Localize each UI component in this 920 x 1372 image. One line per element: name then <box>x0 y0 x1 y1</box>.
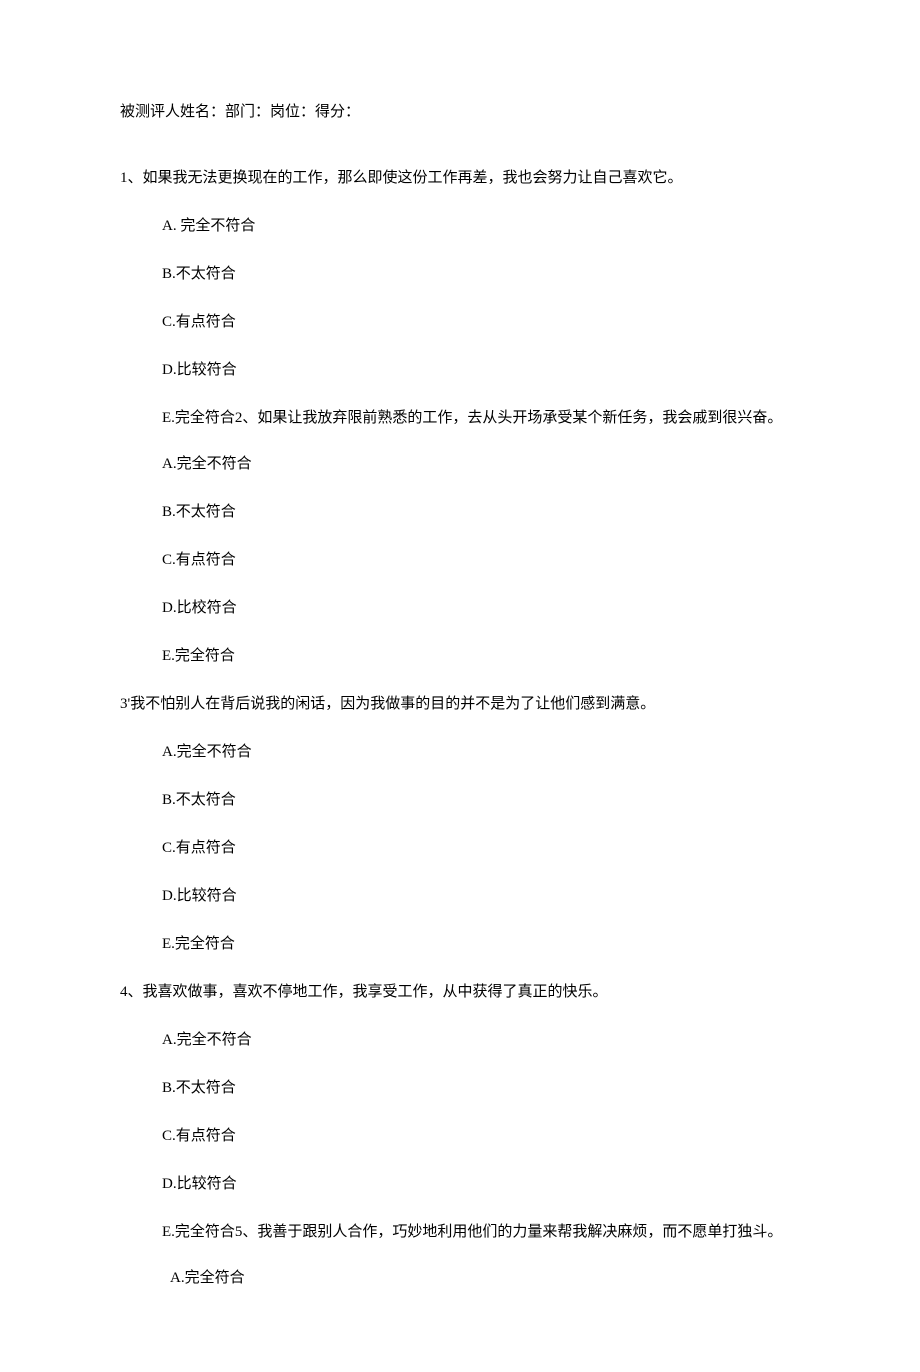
question-1-option-d: D.比较符合 <box>162 358 800 382</box>
question-4-option-b: B.不太符合 <box>162 1076 800 1100</box>
question-2-option-c: C.有点符合 <box>162 548 800 572</box>
question-2-option-b: B.不太符合 <box>162 500 800 524</box>
question-5-options: A.完全符合 <box>120 1266 800 1290</box>
question-3-option-a: A.完全不符合 <box>162 740 800 764</box>
question-3-text: 3'我不怕别人在背后说我的闲话，因为我做事的目的并不是为了让他们感到满意。 <box>120 692 800 716</box>
question-3-option-e: E.完全符合 <box>162 932 800 956</box>
question-2-options: A.完全不符合 B.不太符合 C.有点符合 D.比校符合 E.完全符合 <box>120 452 800 668</box>
question-5-option-a: A.完全符合 <box>170 1266 800 1290</box>
question-1-option-a: A. 完全不符合 <box>162 214 800 238</box>
question-1-option-b: B.不太符合 <box>162 262 800 286</box>
question-1-option-c: C.有点符合 <box>162 310 800 334</box>
question-4-option-a: A.完全不符合 <box>162 1028 800 1052</box>
question-3-option-b: B.不太符合 <box>162 788 800 812</box>
question-1-option-e-and-question-2: E.完全符合2、如果让我放弃限前熟悉的工作，去从头开场承受某个新任务，我会戚到很… <box>162 406 800 430</box>
question-4-option-d: D.比较符合 <box>162 1172 800 1196</box>
question-2-option-d: D.比校符合 <box>162 596 800 620</box>
question-3-option-d: D.比较符合 <box>162 884 800 908</box>
question-1: 1、如果我无法更换现在的工作，那么即使这份工作再差，我也会努力让自己喜欢它。 A… <box>120 166 800 430</box>
question-4-option-e-and-question-5: E.完全符合5、我善于跟别人合作，巧妙地利用他们的力量来帮我解决麻烦，而不愿单打… <box>162 1220 800 1244</box>
question-4: 4、我喜欢做事，喜欢不停地工作，我享受工作，从中获得了真正的快乐。 A.完全不符… <box>120 980 800 1244</box>
header-fields: 被测评人姓名：部门：岗位：得分： <box>120 100 800 124</box>
question-4-option-c: C.有点符合 <box>162 1124 800 1148</box>
question-2-option-a: A.完全不符合 <box>162 452 800 476</box>
question-4-text: 4、我喜欢做事，喜欢不停地工作，我享受工作，从中获得了真正的快乐。 <box>120 980 800 1004</box>
question-1-text: 1、如果我无法更换现在的工作，那么即使这份工作再差，我也会努力让自己喜欢它。 <box>120 166 800 190</box>
question-2-option-e: E.完全符合 <box>162 644 800 668</box>
question-3-option-c: C.有点符合 <box>162 836 800 860</box>
question-3: 3'我不怕别人在背后说我的闲话，因为我做事的目的并不是为了让他们感到满意。 A.… <box>120 692 800 956</box>
